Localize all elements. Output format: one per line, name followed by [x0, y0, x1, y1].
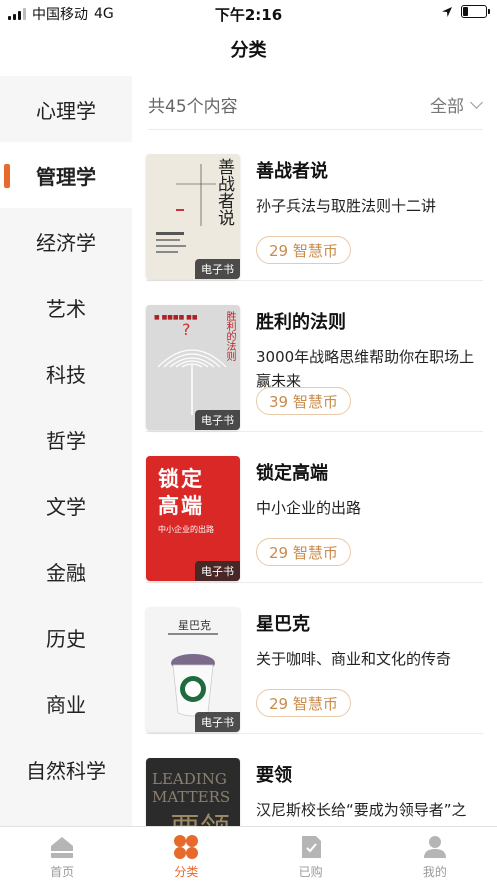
- book-cover: 锁定高端 中小企业的出路 电子书: [146, 456, 240, 581]
- sidebar-item-label: 金融: [46, 560, 86, 585]
- location-icon: [442, 6, 452, 17]
- price-badge[interactable]: 29 智慧币: [256, 538, 351, 566]
- sidebar-item-label: 心理学: [36, 98, 96, 123]
- list-item[interactable]: 锁定高端 中小企业的出路 电子书 锁定高端 中小企业的出路 29 智慧币: [146, 432, 483, 583]
- book-title: 胜利的法则: [256, 312, 346, 333]
- cover-title: 星巴克: [178, 619, 211, 632]
- status-right: [441, 5, 490, 18]
- list-item[interactable]: LEADING MATTERS 要领 要领 汉尼斯校长给“要成为领导者”之: [146, 734, 483, 826]
- sidebar-item-business[interactable]: 商业: [0, 670, 132, 736]
- status-bar: 中国移动 4G 下午2:16: [0, 0, 497, 26]
- tab-label: 分类: [174, 865, 199, 879]
- cover-subtitle: 中小企业的出路: [158, 525, 214, 534]
- book-description: 汉尼斯校长给“要成为领导者”之: [256, 801, 467, 819]
- book-description: 孙子兵法与取胜法则十二讲: [256, 197, 437, 215]
- category-sidebar: 心理学 管理学 经济学 艺术 科技 哲学 文学 金融 历史 商业 自然科学: [0, 76, 132, 826]
- book-description: 中小企业的出路: [256, 499, 362, 517]
- tab-profile[interactable]: 我的: [373, 827, 497, 883]
- sidebar-item-label: 商业: [46, 692, 86, 717]
- sidebar-item-philosophy[interactable]: 哲学: [0, 406, 132, 472]
- price-badge[interactable]: 29 智慧币: [256, 236, 351, 264]
- sidebar-item-natural-science[interactable]: 自然科学: [0, 736, 132, 802]
- book-title: 善战者说: [256, 161, 328, 182]
- list-header: 共45个内容 全部: [148, 76, 483, 130]
- book-description: 3000年战略思维帮助你在职场上赢未来: [256, 348, 475, 390]
- book-cover: 善战者说 电子书: [146, 154, 240, 279]
- sidebar-item-label: 科技: [46, 362, 86, 387]
- price-badge[interactable]: 39 智慧币: [256, 387, 351, 415]
- sidebar-item-label: 艺术: [46, 296, 86, 321]
- ebook-tag: 电子书: [195, 410, 240, 430]
- sidebar-item-finance[interactable]: 金融: [0, 538, 132, 604]
- cover-title: 胜利的法则: [224, 311, 235, 361]
- sidebar-item-psychology[interactable]: 心理学: [0, 76, 132, 142]
- book-cover: LEADING MATTERS 要领: [146, 758, 240, 826]
- book-cover: ■ ■■■■ ■■ ? 胜利的法则 电子书: [146, 305, 240, 430]
- tab-label: 我的: [422, 865, 447, 879]
- page-title: 分类: [230, 40, 267, 61]
- sidebar-item-technology[interactable]: 科技: [0, 340, 132, 406]
- book-title: 星巴克: [256, 614, 310, 635]
- sidebar-item-label: 历史: [46, 626, 86, 651]
- list-item[interactable]: ■ ■■■■ ■■ ? 胜利的法则 电子书 胜利的法则 3000年战略思维帮助你…: [146, 281, 483, 432]
- home-icon: [51, 837, 74, 858]
- sidebar-item-label: 哲学: [46, 428, 86, 453]
- status-time: 下午2:16: [214, 6, 283, 24]
- cover-title: 善战者说: [214, 158, 234, 226]
- sidebar-item-label: 自然科学: [26, 758, 106, 783]
- svg-text:■ ■■■■ ■■: ■ ■■■■ ■■: [154, 314, 198, 321]
- svg-text:?: ?: [182, 320, 191, 339]
- list-item[interactable]: 善战者说 电子书 善战者说 孙子兵法与取胜法则十二讲 29 智慧币: [146, 130, 483, 281]
- sidebar-item-art[interactable]: 艺术: [0, 274, 132, 340]
- list-item[interactable]: 星巴克 电子书 星巴克 关于咖啡、商业和文化的传奇 29 智慧币: [146, 583, 483, 734]
- purchased-icon: [301, 836, 321, 858]
- tab-purchased[interactable]: 已购: [249, 827, 373, 883]
- sidebar-item-economics[interactable]: 经济学: [0, 208, 132, 274]
- ebook-tag: 电子书: [195, 561, 240, 581]
- cover-title: 要领: [170, 804, 230, 826]
- tab-home[interactable]: 首页: [0, 827, 124, 883]
- total-count: 共45个内容: [148, 97, 238, 117]
- category-icon: [174, 835, 199, 859]
- price-badge[interactable]: 29 智慧币: [256, 689, 351, 717]
- sidebar-item-label: 文学: [46, 494, 86, 519]
- book-list-panel: 共45个内容 全部 善战者说 电子书 善战者说 孙子兵法与取胜法则十二讲 29 …: [132, 76, 497, 826]
- book-title: 要领: [256, 765, 292, 786]
- tab-label: 已购: [298, 865, 323, 879]
- bottom-tab-bar: 首页 分类 已购 我的: [0, 826, 497, 883]
- sidebar-item-management[interactable]: 管理学: [0, 142, 132, 208]
- book-description: 关于咖啡、商业和文化的传奇: [256, 650, 452, 668]
- book-cover: 星巴克 电子书: [146, 607, 240, 732]
- cover-title: 锁定高端: [158, 467, 204, 518]
- filter-dropdown[interactable]: 全部: [430, 92, 483, 117]
- ebook-tag: 电子书: [195, 712, 240, 732]
- tab-label: 首页: [50, 865, 75, 879]
- chevron-down-icon: [470, 95, 483, 109]
- battery-icon: [461, 5, 490, 18]
- tab-category[interactable]: 分类: [124, 827, 248, 883]
- sidebar-item-history[interactable]: 历史: [0, 604, 132, 670]
- sidebar-item-label: 经济学: [36, 230, 96, 255]
- sidebar-item-label: 管理学: [36, 164, 96, 189]
- ebook-tag: 电子书: [195, 259, 240, 279]
- sidebar-item-literature[interactable]: 文学: [0, 472, 132, 538]
- book-title: 锁定高端: [256, 463, 328, 484]
- filter-label: 全部: [430, 97, 464, 117]
- cover-title-en: LEADING MATTERS: [152, 770, 231, 806]
- profile-icon: [423, 836, 446, 858]
